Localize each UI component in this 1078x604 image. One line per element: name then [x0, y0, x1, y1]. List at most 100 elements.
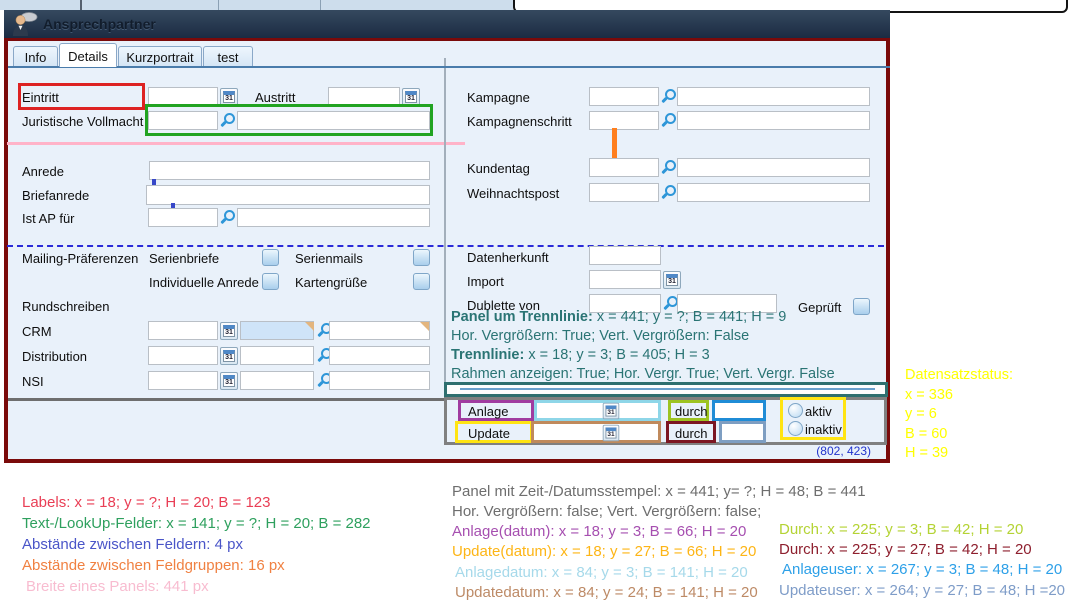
anrede-input[interactable]: [149, 161, 430, 180]
kartengruesse-checkbox[interactable]: [413, 273, 430, 290]
nsi-label: NSI: [22, 374, 44, 389]
nsi-calendar-button[interactable]: 31: [220, 372, 238, 390]
eintritt-date-input[interactable]: [148, 87, 218, 106]
import-date-input[interactable]: [589, 270, 661, 289]
serienmails-checkbox[interactable]: [413, 249, 430, 266]
crm-date-input[interactable]: [148, 321, 218, 340]
ist-ap-fuer-lookup-input[interactable]: [148, 208, 218, 227]
nsi-date-input[interactable]: [148, 371, 218, 390]
anlagedatum-field[interactable]: [534, 400, 661, 421]
annotation-anlage-datum: Anlage(datum): x = 18; y = 3; B = 66; H …: [452, 523, 746, 541]
tab-test[interactable]: test: [203, 46, 253, 67]
tab-details[interactable]: Details: [59, 43, 117, 67]
annotation-durch-2: Durch: x = 225; y = 27; B = 42; H = 20: [779, 541, 1032, 559]
annotation-anlageuser: Anlageuser: x = 267; y = 3; B = 48; H = …: [782, 561, 1062, 579]
annotation-durch-1: Durch: x = 225; y = 3; B = 42; H = 20: [779, 521, 1023, 539]
tabstrip-bottom-line: [8, 66, 890, 68]
annotation-update-datum: Update(datum): x = 18; y = 27; B = 66; H…: [452, 543, 756, 561]
annotation-pink-line: [7, 142, 465, 145]
crm-text-input[interactable]: [329, 321, 430, 340]
ist-ap-fuer-text-input[interactable]: [237, 208, 430, 227]
kampagne-text-input[interactable]: [677, 87, 870, 106]
kundentag-lookup-input[interactable]: [589, 158, 659, 177]
crm-lookup-input[interactable]: [240, 321, 314, 340]
distribution-calendar-button[interactable]: 31: [220, 347, 238, 365]
updatedatum-field[interactable]: [531, 421, 661, 443]
calendar-icon: 31: [405, 91, 417, 103]
annotation-teal-line3: Trennlinie: x = 18; y = 3; B = 405; H = …: [451, 347, 710, 364]
person-speech-icon: [11, 11, 38, 37]
juristische-vollmacht-text-input[interactable]: [237, 111, 430, 130]
aktiv-radio[interactable]: [788, 403, 803, 418]
ist-ap-fuer-lookup-icon[interactable]: [221, 210, 235, 224]
dublette-von-lookup-icon[interactable]: [664, 296, 678, 310]
austritt-label: Austritt: [255, 90, 295, 105]
nsi-lookup-input[interactable]: [240, 371, 314, 390]
datensatzstatus-title: Datensatzstatus:: [905, 366, 1013, 386]
kundentag-lookup-icon[interactable]: [662, 160, 676, 174]
tab-info[interactable]: Info: [13, 46, 58, 67]
serienmails-label: Serienmails: [295, 251, 363, 266]
austritt-date-input[interactable]: [328, 87, 400, 106]
annotation-teal-line3-bold: Trennlinie:: [451, 347, 524, 363]
weihnachtspost-text-input[interactable]: [677, 183, 870, 202]
import-calendar-button[interactable]: 31: [663, 271, 681, 289]
weihnachtspost-label: Weihnachtspost: [467, 186, 559, 201]
annotation-teal-line1: Panel um Trennlinie: x = 441; y = ?; B =…: [451, 309, 786, 326]
distribution-lookup-input[interactable]: [240, 346, 314, 365]
annotation-labels: Labels: x = 18; y = ?; H = 20; B = 123: [22, 494, 271, 512]
distribution-text-input[interactable]: [329, 346, 430, 365]
annotation-datensatzstatus: Datensatzstatus: x = 336 y = 6 B = 60 H …: [905, 366, 1013, 464]
updateuser-field[interactable]: [719, 421, 766, 443]
juristische-vollmacht-lookup-icon[interactable]: [221, 113, 235, 127]
eintritt-label: Eintritt: [22, 90, 59, 105]
kundentag-text-input[interactable]: [677, 158, 870, 177]
crm-calendar-button[interactable]: 31: [220, 322, 238, 340]
calendar-icon: 31: [223, 325, 235, 337]
kartengruesse-label: Kartengrüße: [295, 275, 367, 290]
mailing-praeferenzen-label: Mailing-Präferenzen: [22, 251, 138, 266]
weihnachtspost-lookup-input[interactable]: [589, 183, 659, 202]
individuelle-anrede-checkbox[interactable]: [262, 273, 279, 290]
annotation-panel-zeitstempel: Panel mit Zeit-/Datumsstempel: x = 441; …: [452, 483, 866, 501]
kampagne-lookup-input[interactable]: [589, 87, 659, 106]
distribution-date-input[interactable]: [148, 346, 218, 365]
annotation-abstaende-feldgruppen: Abstände zwischen Feldgruppen: 16 px: [22, 557, 285, 575]
rundschreiben-label: Rundschreiben: [22, 299, 109, 314]
anlageuser-field[interactable]: [712, 400, 766, 421]
annotation-teal-line1-bold: Panel um Trennlinie:: [451, 309, 593, 325]
aktiv-label: aktiv: [805, 404, 832, 419]
kampagnenschritt-lookup-input[interactable]: [589, 111, 659, 130]
briefanrede-input[interactable]: [146, 185, 430, 205]
eintritt-calendar-button[interactable]: 31: [220, 88, 238, 106]
serienbriefe-checkbox[interactable]: [262, 249, 279, 266]
kampagnenschritt-label: Kampagnenschritt: [467, 114, 572, 129]
juristische-vollmacht-lookup-input[interactable]: [148, 111, 218, 130]
kampagne-lookup-icon[interactable]: [662, 89, 676, 103]
tab-test-label: test: [218, 50, 239, 65]
top-strip-divider: [320, 0, 321, 10]
annotation-abstaende-felder: Abstände zwischen Feldern: 4 px: [22, 536, 243, 554]
anlagedatum-calendar-button[interactable]: 31: [603, 403, 620, 420]
update-label: Update: [468, 426, 510, 441]
top-strip-divider: [80, 0, 82, 10]
geprueft-checkbox[interactable]: [853, 298, 870, 315]
datenherkunft-input[interactable]: [589, 246, 661, 265]
updatedatum-calendar-button[interactable]: 31: [603, 425, 620, 442]
tab-details-label: Details: [68, 49, 108, 64]
anlage-durch-label: durch: [675, 404, 708, 419]
nsi-text-input[interactable]: [329, 371, 430, 390]
weihnachtspost-lookup-icon[interactable]: [662, 185, 676, 199]
annotation-vergroessern: Hor. Vergrößern: false; Vert. Vergrößern…: [452, 503, 761, 521]
austritt-calendar-button[interactable]: 31: [402, 88, 420, 106]
inaktiv-radio[interactable]: [788, 421, 803, 436]
tab-kurzportrait[interactable]: Kurzportrait: [118, 46, 202, 67]
top-strip-divider: [218, 0, 219, 10]
calendar-icon: 31: [605, 427, 616, 438]
window-titlebar[interactable]: Ansprechpartner: [4, 10, 890, 38]
kampagnenschritt-lookup-icon[interactable]: [662, 113, 676, 127]
calendar-icon: 31: [605, 405, 616, 416]
juristische-vollmacht-label: Juristische Vollmacht: [22, 114, 143, 129]
annotation-updatedatum: Updatedatum: x = 84; y = 24; B = 141; H …: [455, 584, 758, 602]
kampagnenschritt-text-input[interactable]: [677, 111, 870, 130]
